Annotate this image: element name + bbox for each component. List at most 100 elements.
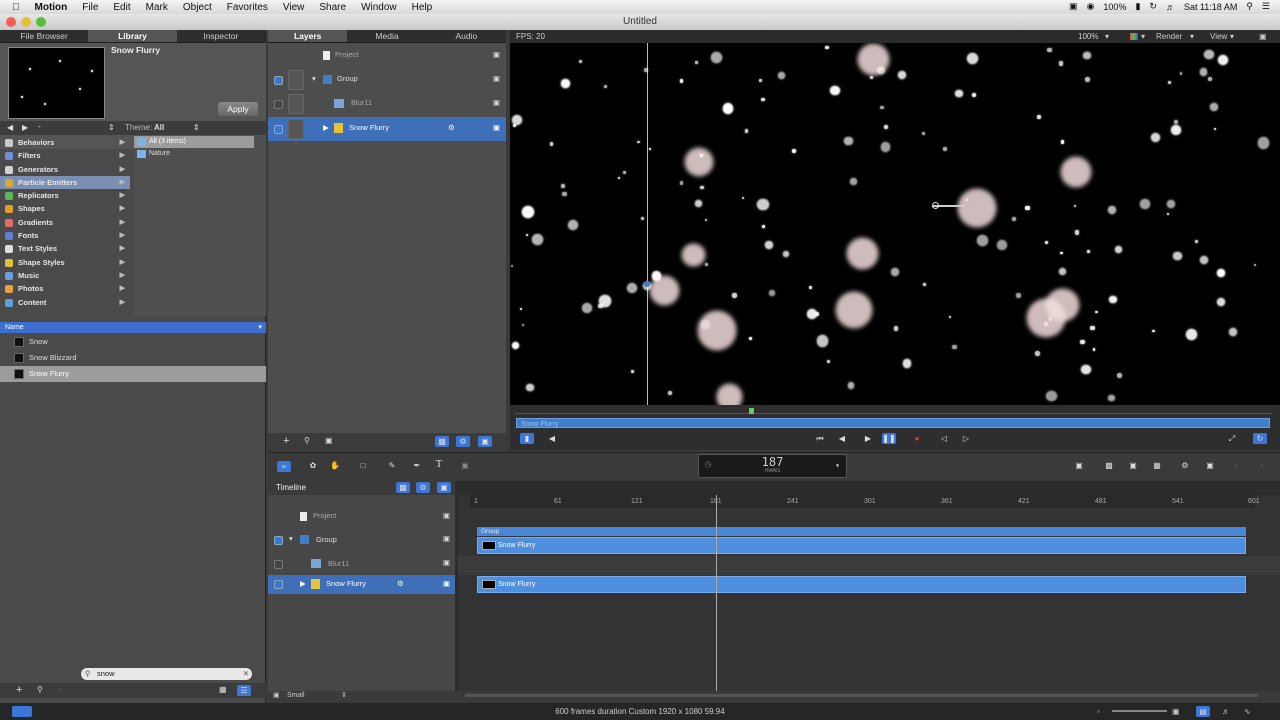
make-particles-icon[interactable]: ▫: [1229, 460, 1243, 471]
preview-icon[interactable]: ▫: [58, 685, 61, 694]
lock-icon[interactable]: ▣: [493, 98, 500, 107]
timeline-zoom-slider[interactable]: [1112, 710, 1167, 712]
text-tool-icon[interactable]: T: [432, 459, 446, 470]
keyframe-editor-icon[interactable]: ∿: [1244, 703, 1251, 720]
show-effects-icon[interactable]: ⚙: [456, 436, 470, 447]
menu-favorites[interactable]: Favorites: [227, 2, 268, 13]
library-search-field[interactable]: ⚲ snow ✕: [81, 668, 252, 680]
fullscreen-icon[interactable]: ⤢: [1225, 433, 1239, 444]
thumbnail-toggle-icon[interactable]: ▣: [325, 436, 333, 445]
lock-icon[interactable]: ▣: [443, 511, 450, 520]
show-layers-icon[interactable]: ▩: [396, 482, 410, 493]
new-camera-icon[interactable]: ▩: [1102, 460, 1116, 471]
visibility-checkbox[interactable]: [274, 125, 283, 134]
behavior-gear-icon[interactable]: ⚙: [448, 123, 455, 132]
category-shape-styles[interactable]: Shape Styles ▶: [0, 256, 130, 269]
back-arrow-icon[interactable]: ◀: [7, 123, 13, 132]
category-shapes[interactable]: Shapes ▶: [0, 202, 130, 215]
disclosure-triangle-icon[interactable]: ▾: [312, 74, 316, 83]
add-behavior-icon[interactable]: ▣: [1203, 460, 1217, 471]
select-tool-icon[interactable]: ➢: [277, 461, 291, 472]
menu-window[interactable]: Window: [361, 2, 397, 13]
playhead[interactable]: [716, 495, 717, 691]
lock-icon[interactable]: ▣: [443, 558, 450, 567]
search-icon[interactable]: ⚲: [37, 685, 43, 694]
category-content[interactable]: Content ▶: [0, 296, 130, 309]
lock-icon[interactable]: ▣: [493, 50, 500, 59]
size-popup[interactable]: Small: [287, 691, 305, 701]
add-icon[interactable]: +: [16, 684, 22, 696]
pen-tool-icon[interactable]: ✎: [385, 460, 399, 471]
volume-icon[interactable]: ♬: [1166, 2, 1175, 12]
app-menu[interactable]: Motion: [35, 2, 68, 13]
menu-object[interactable]: Object: [183, 2, 212, 13]
show-timeline-icon[interactable]: ▤: [1196, 706, 1210, 717]
layer-row-blur11[interactable]: Blur11 ▣: [268, 92, 506, 116]
visibility-checkbox[interactable]: [274, 536, 283, 545]
anchor-point-icon[interactable]: [644, 281, 650, 287]
size-chevron-icon[interactable]: ⇕: [341, 691, 347, 701]
paint-stroke-tool-icon[interactable]: ✒: [410, 460, 424, 471]
visibility-checkbox[interactable]: [274, 76, 283, 85]
mini-timeline-ruler[interactable]: [515, 408, 1272, 414]
timeline-tracks[interactable]: [458, 495, 1280, 691]
minimize-window-button[interactable]: [21, 17, 31, 27]
display-mode-chevron-icon[interactable]: ▾: [835, 461, 840, 470]
category-particle-emitters[interactable]: Particle Emitters ▶: [0, 175, 130, 190]
next-keyframe-icon[interactable]: ▷: [959, 433, 973, 444]
category-generators[interactable]: Generators ▶: [0, 163, 130, 176]
step-forward-icon[interactable]: ▶: [861, 433, 875, 444]
path-popup-chevron-icon[interactable]: ⇕: [108, 123, 115, 132]
category-music[interactable]: Music ▶: [0, 269, 130, 282]
share-icon[interactable]: [12, 706, 32, 717]
tab-file-browser[interactable]: File Browser: [0, 30, 88, 42]
adjust-tool-icon[interactable]: ✿: [306, 460, 320, 471]
visibility-checkbox[interactable]: [274, 560, 283, 569]
zoom-out-icon[interactable]: ▫: [1097, 703, 1100, 720]
icon-view-icon[interactable]: ▦: [219, 685, 227, 694]
wifi-icon[interactable]: ◉: [1087, 1, 1095, 12]
list-header-name[interactable]: Name ▾: [0, 322, 266, 333]
clear-search-icon[interactable]: ✕: [243, 668, 249, 680]
apply-button[interactable]: Apply: [218, 102, 258, 116]
lock-icon[interactable]: ▣: [443, 579, 450, 588]
render-chevron-icon[interactable]: ▾: [1190, 30, 1194, 43]
disclosure-triangle-icon[interactable]: ▶: [300, 579, 306, 588]
behavior-gear-icon[interactable]: ⚙: [397, 579, 404, 588]
shape-tool-icon[interactable]: □: [356, 460, 370, 471]
thumbnail-toggle-icon[interactable]: ▣: [273, 691, 280, 701]
show-masks-icon[interactable]: ▣: [478, 436, 492, 447]
category-text-styles[interactable]: Text Styles ▶: [0, 242, 130, 255]
go-to-start-icon[interactable]: ⏮: [813, 433, 827, 444]
menu-mark[interactable]: Mark: [146, 2, 168, 13]
subfolder-nature[interactable]: Nature: [134, 148, 266, 160]
zoom-window-button[interactable]: [36, 17, 46, 27]
list-item[interactable]: Snow Blizzard: [0, 350, 266, 366]
do-not-disturb-icon[interactable]: ▣: [1072, 460, 1086, 471]
timeline-project-row[interactable]: Project ▣: [268, 505, 455, 529]
display-icon[interactable]: ▣: [1069, 1, 1078, 12]
category-gradients[interactable]: Gradients ▶: [0, 216, 130, 229]
category-photos[interactable]: Photos ▶: [0, 282, 130, 295]
show-masks-icon[interactable]: ▣: [437, 482, 451, 493]
view-chevron-icon[interactable]: ▾: [1230, 30, 1234, 43]
show-effects-icon[interactable]: ⚙: [416, 482, 430, 493]
step-back-icon[interactable]: ◀: [835, 433, 849, 444]
tab-media[interactable]: Media: [347, 30, 426, 42]
pan-tool-icon[interactable]: ✋: [328, 460, 342, 471]
audio-timeline-icon[interactable]: ♬: [1222, 703, 1230, 720]
group-track-bar[interactable]: Group: [477, 527, 1246, 536]
add-filter-icon[interactable]: ⚙: [1178, 460, 1192, 471]
lock-icon[interactable]: ▣: [443, 534, 450, 543]
blur11-track[interactable]: [458, 556, 1280, 575]
timeline-scrollbar[interactable]: [465, 694, 1258, 697]
battery-icon[interactable]: ▮: [1135, 1, 1140, 12]
category-behaviors[interactable]: Behaviors ▶: [0, 136, 130, 149]
disclosure-triangle-icon[interactable]: ▾: [289, 534, 293, 543]
theme-chevron-icon[interactable]: ⇕: [193, 123, 200, 132]
tab-library[interactable]: Library: [88, 30, 177, 42]
canvas-viewer[interactable]: [510, 43, 1280, 405]
new-generator-icon[interactable]: ▦: [1150, 460, 1164, 471]
list-view-icon[interactable]: ☰: [237, 685, 251, 696]
audio-toggle-icon[interactable]: ◀: [545, 433, 559, 444]
